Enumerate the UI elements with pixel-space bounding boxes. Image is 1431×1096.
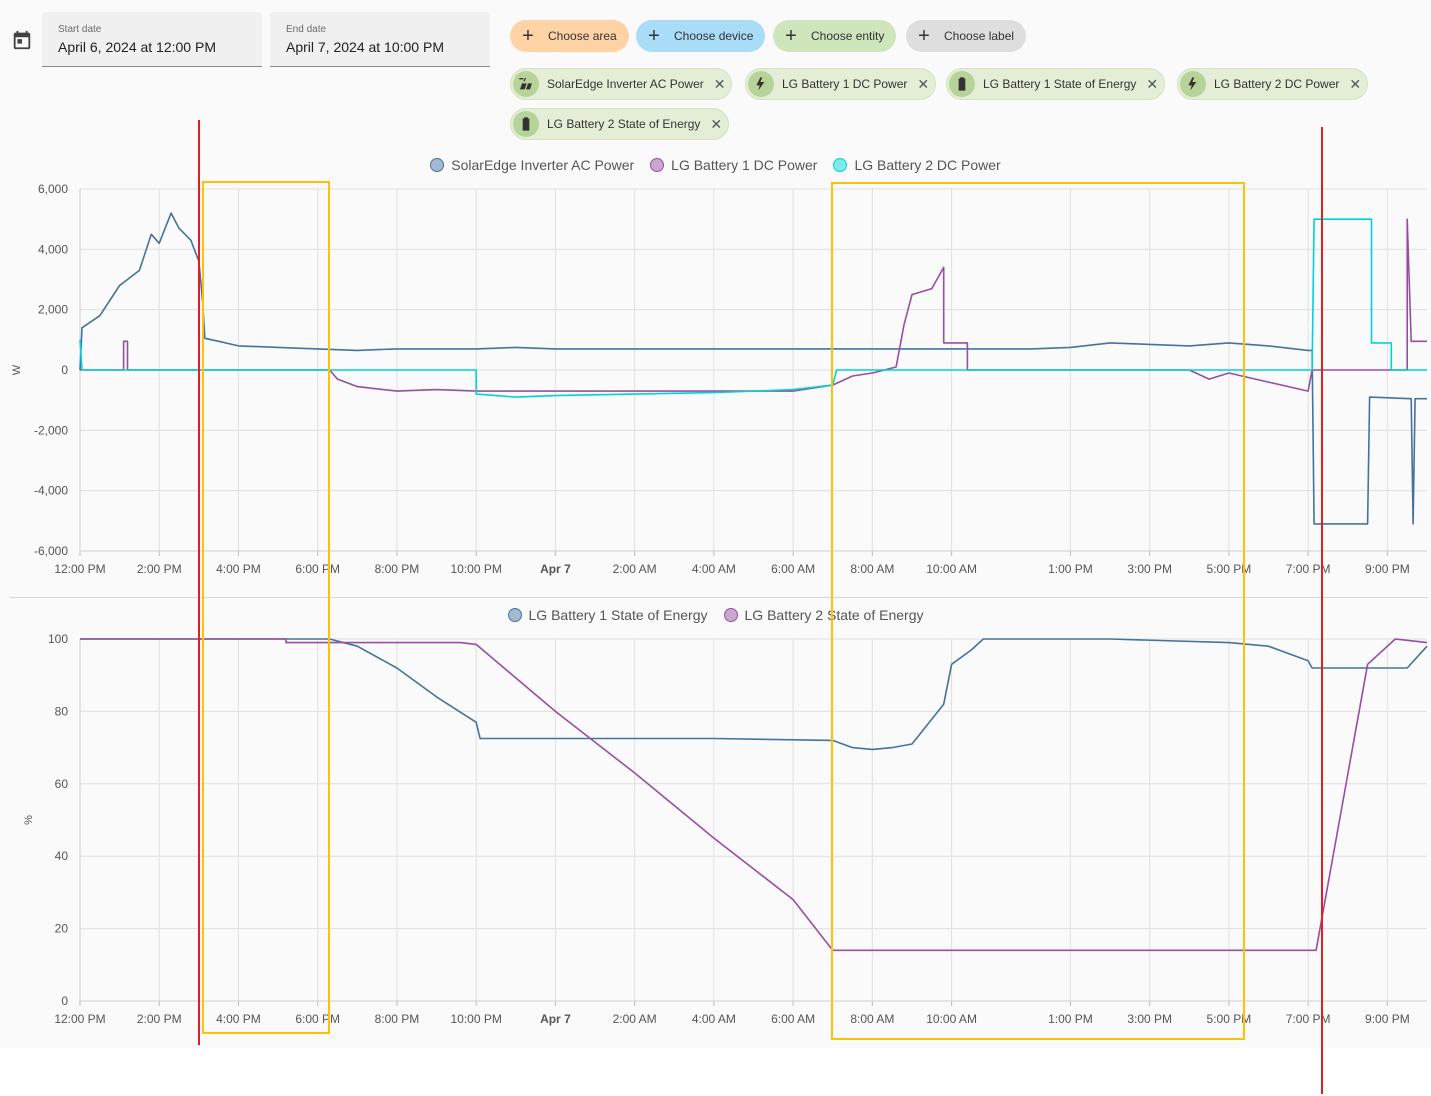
y-tick-label: 0: [61, 994, 68, 1008]
x-tick-label: 4:00 PM: [216, 1012, 261, 1026]
x-tick-label: 9:00 PM: [1365, 1012, 1410, 1026]
x-tick-label: 10:00 PM: [450, 1012, 501, 1026]
y-unit-label: %: [23, 815, 35, 825]
y-tick-label: 4,000: [38, 242, 68, 256]
x-tick-label: 6:00 PM: [295, 562, 340, 576]
x-tick-label: 7:00 PM: [1286, 562, 1331, 576]
y-tick-label: -4,000: [34, 484, 68, 498]
x-tick-label: 4:00 AM: [692, 1012, 736, 1026]
y-tick-label: 0: [61, 363, 68, 377]
x-tick-label: 10:00 PM: [450, 562, 501, 576]
y-tick-label: -2,000: [34, 423, 68, 437]
x-tick-label: 2:00 AM: [613, 562, 657, 576]
x-tick-label: 6:00 AM: [771, 1012, 815, 1026]
y-tick-label: 80: [55, 704, 69, 718]
x-tick-label: 8:00 AM: [850, 1012, 894, 1026]
x-tick-label: 3:00 PM: [1127, 1012, 1172, 1026]
y-unit-label: W: [11, 364, 23, 375]
x-tick-label: 8:00 PM: [375, 1012, 420, 1026]
series-line-lg-battery-1-dc-power: [80, 218, 1427, 392]
x-tick-label: 4:00 AM: [692, 562, 736, 576]
x-tick-label: 8:00 AM: [850, 562, 894, 576]
series-line-solaredge-inverter-ac-power: [79, 212, 1427, 525]
y-tick-label: -6,000: [34, 544, 68, 558]
x-tick-label: 5:00 PM: [1207, 562, 1252, 576]
x-tick-label: 3:00 PM: [1127, 562, 1172, 576]
x-tick-label: Apr 7: [540, 562, 571, 576]
x-tick-label: 8:00 PM: [375, 562, 420, 576]
y-tick-label: 40: [55, 849, 69, 863]
x-tick-label: 6:00 PM: [295, 1012, 340, 1026]
series-line-lg-battery-2-state-of-energy: [80, 638, 1428, 952]
y-tick-label: 100: [48, 632, 68, 646]
x-tick-label: 2:00 PM: [137, 562, 182, 576]
x-tick-label: 10:00 AM: [926, 1012, 977, 1026]
x-tick-label: 2:00 AM: [613, 1012, 657, 1026]
x-tick-label: 12:00 PM: [54, 562, 105, 576]
y-tick-label: 2,000: [38, 303, 68, 317]
history-charts: 6,000 4,000 2,000 0 -2,000 -4,000 -6,000 12:00 …: [11, 182, 1428, 1026]
x-tick-label: 12:00 PM: [54, 1012, 105, 1026]
x-tick-label: 7:00 PM: [1286, 1012, 1331, 1026]
x-tick-label: 4:00 PM: [216, 562, 261, 576]
x-tick-label: 10:00 AM: [926, 562, 977, 576]
x-tick-label: 5:00 PM: [1207, 1012, 1252, 1026]
y-tick-label: 60: [55, 777, 69, 791]
y-tick-label: 20: [55, 922, 69, 936]
x-tick-label: 6:00 AM: [771, 562, 815, 576]
x-tick-label: 1:00 PM: [1048, 1012, 1093, 1026]
series-line-lg-battery-1-state-of-energy: [80, 638, 1428, 751]
x-tick-label: 1:00 PM: [1048, 562, 1093, 576]
y-tick-label: 6,000: [38, 182, 68, 196]
x-tick-label: Apr 7: [540, 1012, 571, 1026]
x-tick-label: 9:00 PM: [1365, 562, 1410, 576]
x-tick-label: 2:00 PM: [137, 1012, 182, 1026]
